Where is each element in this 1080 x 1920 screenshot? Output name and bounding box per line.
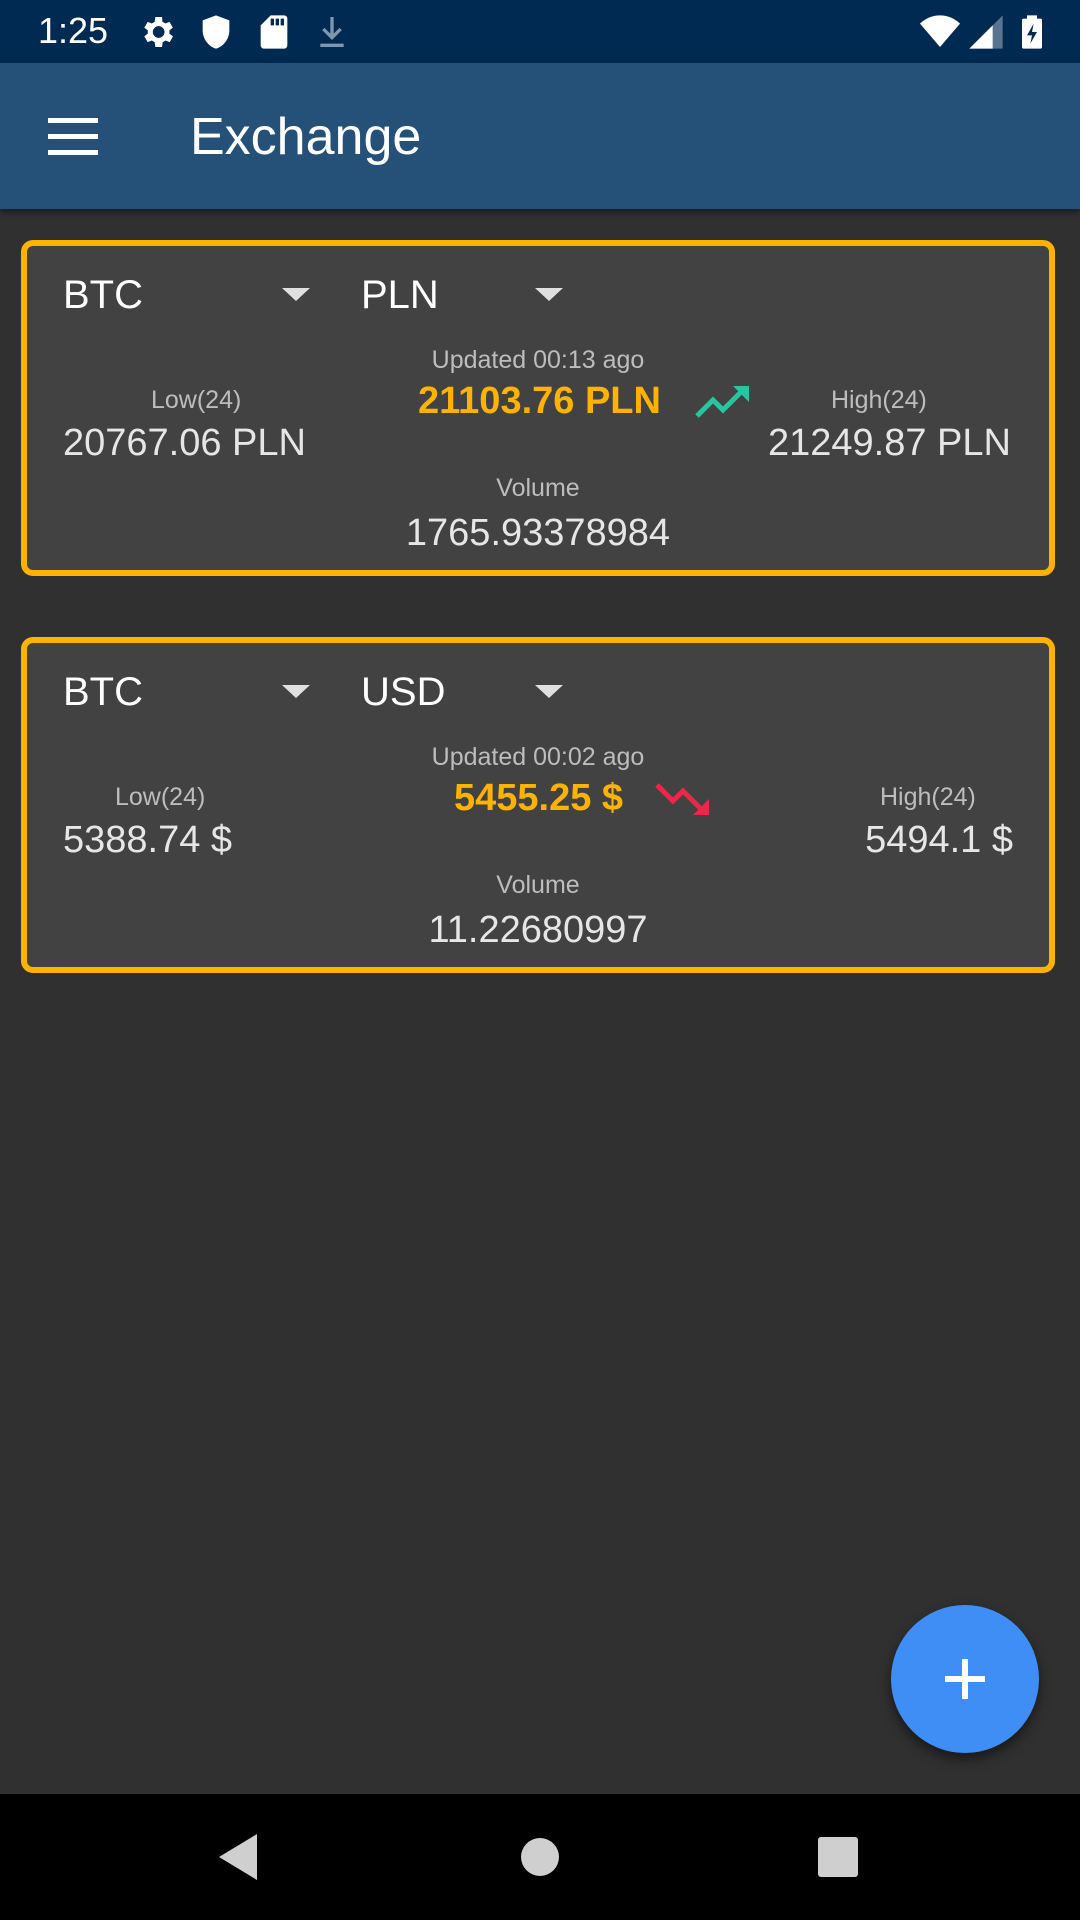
download-icon <box>320 17 344 47</box>
navigation-bar <box>0 1794 1080 1920</box>
dropdown-arrow-icon <box>282 685 310 698</box>
battery-charging-icon <box>1022 15 1042 49</box>
quote-currency-dropdown[interactable]: PLN <box>361 264 601 326</box>
base-currency-value: BTC <box>63 670 143 714</box>
trending-up-icon <box>695 386 749 418</box>
low-label: Low(24) <box>115 783 206 811</box>
updated-text: Updated 00:02 ago <box>431 743 645 771</box>
volume-value: 11.22680997 <box>428 909 648 951</box>
home-icon[interactable] <box>507 1824 573 1890</box>
gear-icon <box>144 17 173 47</box>
dropdown-arrow-icon <box>282 288 310 301</box>
high-value: 21249.87 PLN <box>768 422 1011 464</box>
base-currency-value: BTC <box>63 273 143 317</box>
back-icon[interactable] <box>205 1824 271 1890</box>
volume-label: Volume <box>496 871 580 899</box>
quote-currency-dropdown[interactable]: USD <box>361 661 601 723</box>
high-value: 5494.1 $ <box>865 819 1013 861</box>
low-value: 20767.06 PLN <box>63 422 306 464</box>
quote-currency-value: USD <box>361 670 446 714</box>
low-value: 5388.74 $ <box>63 819 233 861</box>
signal-icon <box>969 15 1003 49</box>
current-price: 5455.25 $ <box>454 777 624 819</box>
high-label: High(24) <box>831 386 927 414</box>
volume-label: Volume <box>496 474 580 502</box>
page-title: Exchange <box>190 108 422 166</box>
plus-icon <box>945 1659 985 1699</box>
volume-value: 1765.93378984 <box>405 512 671 554</box>
hamburger-menu-icon[interactable] <box>36 103 108 169</box>
updated-text: Updated 00:13 ago <box>431 346 645 374</box>
add-exchange-button[interactable] <box>891 1605 1039 1753</box>
exchange-card[interactable]: BTC USD Updated 00:02 ago Low(24) 5388.7… <box>21 637 1055 973</box>
dropdown-arrow-icon <box>535 685 563 698</box>
trending-down-icon <box>655 783 709 815</box>
sd-card-icon <box>260 15 288 49</box>
status-bar: 1:25 <box>0 0 1080 63</box>
base-currency-dropdown[interactable]: BTC <box>63 661 310 723</box>
wifi-icon <box>920 15 960 47</box>
high-label: High(24) <box>880 783 976 811</box>
low-label: Low(24) <box>151 386 242 414</box>
status-time: 1:25 <box>38 10 109 51</box>
current-price: 21103.76 PLN <box>418 380 661 422</box>
shield-icon <box>202 15 230 49</box>
exchange-card[interactable]: BTC PLN Updated 00:13 ago Low(24) 20767.… <box>21 240 1055 576</box>
dropdown-arrow-icon <box>535 288 563 301</box>
recents-icon[interactable] <box>805 1824 871 1890</box>
quote-currency-value: PLN <box>361 273 439 317</box>
app-bar: Exchange <box>0 63 1080 209</box>
base-currency-dropdown[interactable]: BTC <box>63 264 310 326</box>
